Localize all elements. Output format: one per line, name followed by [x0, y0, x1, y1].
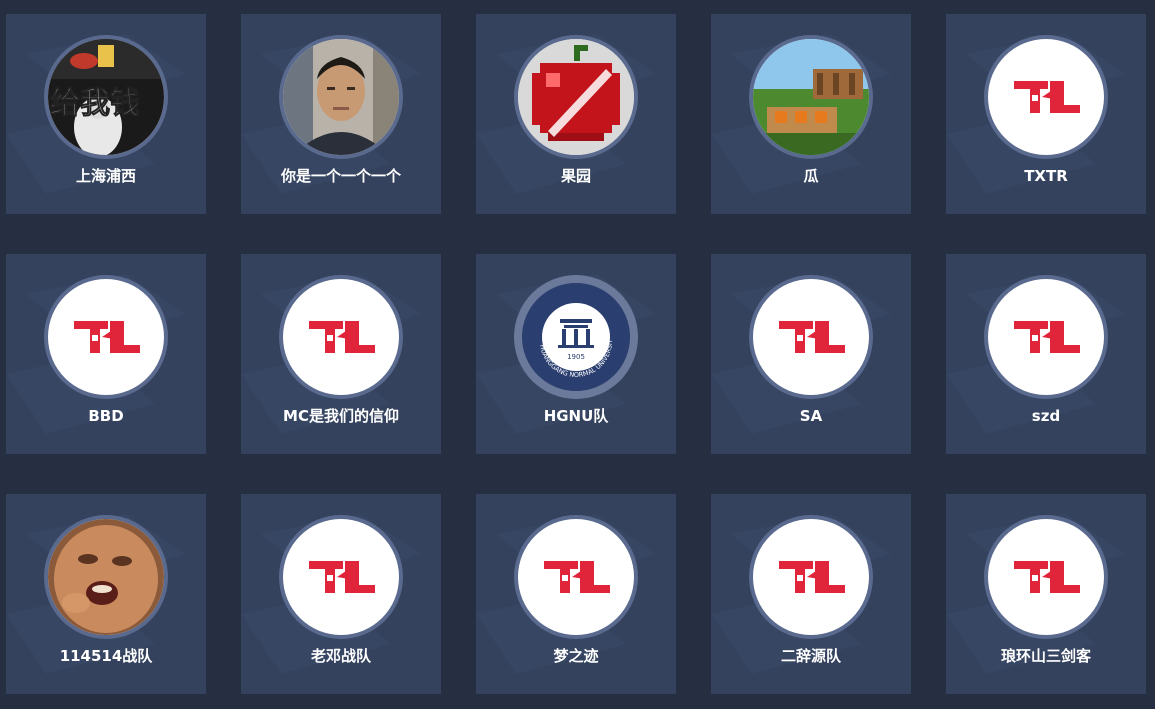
team-card-shanghai-puxi[interactable]: 给我钱 上海浦西: [6, 14, 206, 214]
team-name: 果园: [560, 167, 591, 185]
team-card-szd[interactable]: szd: [946, 254, 1146, 454]
team-card-sa[interactable]: SA: [711, 254, 911, 454]
default-team-logo-icon: [544, 561, 610, 593]
team-card-114514[interactable]: 114514战队: [6, 494, 206, 694]
default-team-logo-icon: [1014, 81, 1080, 113]
face-meme-avatar-icon: [48, 519, 164, 635]
team-avatar: [749, 515, 873, 639]
team-grid: 给我钱 上海浦西 你是一个一个一个 果园 瓜 TXTR BBD MC是我们的信仰…: [6, 14, 1146, 694]
default-team-logo-icon: [309, 321, 375, 353]
penguin-meme-avatar-icon: 给我钱: [48, 39, 164, 155]
svg-text:1905: 1905: [567, 353, 585, 361]
pixel-apple-avatar-icon: [518, 39, 634, 155]
default-team-logo-icon: [74, 321, 140, 353]
minecraft-garden-avatar-icon: [753, 39, 869, 155]
default-team-logo-icon: [779, 321, 845, 353]
team-avatar: 1905 HUANGGANG NORMAL UNIVERSITY: [514, 275, 638, 399]
team-name: SA: [799, 407, 823, 425]
team-card-ni-shi[interactable]: 你是一个一个一个: [241, 14, 441, 214]
team-avatar: [514, 35, 638, 159]
person-photo-avatar-icon: [283, 39, 399, 155]
team-name: TXTR: [1024, 167, 1068, 185]
team-name: 上海浦西: [75, 167, 136, 185]
default-team-logo-icon: [309, 561, 375, 593]
team-avatar: [984, 35, 1108, 159]
team-card-mc[interactable]: MC是我们的信仰: [241, 254, 441, 454]
team-avatar: [514, 515, 638, 639]
team-name: BBD: [88, 407, 124, 425]
team-avatar: [749, 275, 873, 399]
team-name: szd: [1031, 407, 1061, 425]
team-name: 琅环山三剑客: [1000, 647, 1091, 665]
team-card-ercyuan[interactable]: 二辞源队: [711, 494, 911, 694]
team-card-gua[interactable]: 瓜: [711, 14, 911, 214]
team-avatar: [279, 35, 403, 159]
team-name: MC是我们的信仰: [283, 407, 399, 425]
team-avatar: [44, 275, 168, 399]
team-name: 你是一个一个一个: [280, 167, 401, 185]
team-avatar: [749, 35, 873, 159]
team-avatar: 给我钱: [44, 35, 168, 159]
team-card-laodeng[interactable]: 老邓战队: [241, 494, 441, 694]
team-avatar: [279, 515, 403, 639]
team-card-txtr[interactable]: TXTR: [946, 14, 1146, 214]
svg-text:给我钱: 给我钱: [50, 86, 140, 121]
default-team-logo-icon: [779, 561, 845, 593]
team-card-hgnu[interactable]: 1905 HUANGGANG NORMAL UNIVERSITY HGNU队: [476, 254, 676, 454]
team-card-langhuanshan[interactable]: 琅环山三剑客: [946, 494, 1146, 694]
team-avatar: [984, 515, 1108, 639]
team-name: 二辞源队: [780, 647, 841, 665]
team-avatar: [984, 275, 1108, 399]
team-name: 老邓战队: [310, 647, 371, 665]
university-seal-icon: 1905 HUANGGANG NORMAL UNIVERSITY: [522, 283, 630, 391]
team-name: HGNU队: [543, 407, 609, 425]
team-card-guoyuan[interactable]: 果园: [476, 14, 676, 214]
default-team-logo-icon: [1014, 321, 1080, 353]
team-card-mengzhiji[interactable]: 梦之迹: [476, 494, 676, 694]
team-avatar: [44, 515, 168, 639]
team-card-bbd[interactable]: BBD: [6, 254, 206, 454]
team-avatar: [279, 275, 403, 399]
team-name: 114514战队: [59, 647, 153, 665]
team-name: 梦之迹: [553, 647, 599, 665]
default-team-logo-icon: [1014, 561, 1080, 593]
team-name: 瓜: [803, 167, 819, 185]
